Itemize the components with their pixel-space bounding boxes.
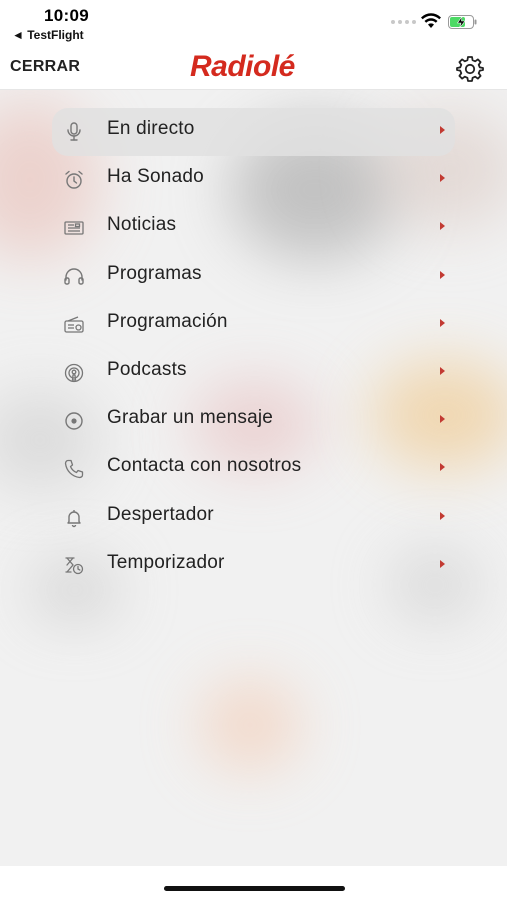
menu-item-programacion[interactable]: Programación [52,301,455,349]
headphones-icon [64,267,84,285]
menu-item-ha-sonado[interactable]: Ha Sonado [52,156,455,204]
close-button[interactable]: CERRAR [10,58,80,76]
chevron-right-icon [440,511,445,520]
cellular-signal-icon [391,20,416,24]
phone-icon [64,460,84,479]
microphone-icon [67,122,81,141]
side-menu: En directo Ha Sonado Noticias Programas … [0,108,507,590]
radiole-logo: Radiolé [190,50,295,83]
menu-item-label: Programas [107,262,202,284]
menu-item-label: Despertador [107,503,214,525]
menu-item-label: Programación [107,310,228,332]
gear-icon[interactable] [455,54,485,84]
menu-item-temporizador[interactable]: Temporizador [52,542,455,590]
timer-icon [65,557,84,574]
chevron-right-icon [440,174,445,183]
menu-item-grabar-mensaje[interactable]: Grabar un mensaje [52,397,455,445]
podcast-icon [64,363,84,383]
back-to-testflight-link[interactable]: ◄ TestFlight [12,28,84,42]
menu-item-programas[interactable]: Programas [52,253,455,301]
menu-item-label: Noticias [107,214,177,236]
chevron-right-icon [440,463,445,472]
header: CERRAR Radiolé [0,46,507,90]
home-indicator[interactable] [164,886,345,891]
menu-item-contacta[interactable]: Contacta con nosotros [52,445,455,493]
chevron-right-icon [440,559,445,568]
radio-icon [64,316,84,333]
wifi-icon [421,13,441,28]
menu-item-noticias[interactable]: Noticias [52,204,455,252]
menu-item-label: En directo [107,118,195,139]
chevron-right-icon [440,222,445,231]
chevron-right-icon [440,366,445,375]
menu-item-despertador[interactable]: Despertador [52,494,455,542]
alarm-clock-icon [65,170,83,189]
status-bar: 10:09 ◄ TestFlight [0,0,507,46]
chevron-right-icon [440,126,445,134]
menu-item-label: Grabar un mensaje [107,407,274,429]
record-icon [65,412,83,430]
chevron-right-icon [440,318,445,327]
bottom-bar [0,866,507,900]
chevron-right-icon [440,415,445,424]
chevron-right-icon [440,270,445,279]
bell-icon [67,509,81,527]
menu-item-label: Temporizador [107,551,225,573]
status-time: 10:09 [44,6,89,25]
menu-item-label: Ha Sonado [107,166,204,188]
menu-item-podcasts[interactable]: Podcasts [52,349,455,397]
newspaper-icon [64,221,84,236]
menu-item-label: Podcasts [107,358,187,380]
battery-charging-icon [448,15,477,29]
menu-item-label: Contacta con nosotros [107,455,302,477]
menu-item-en-directo[interactable]: En directo [52,108,455,157]
